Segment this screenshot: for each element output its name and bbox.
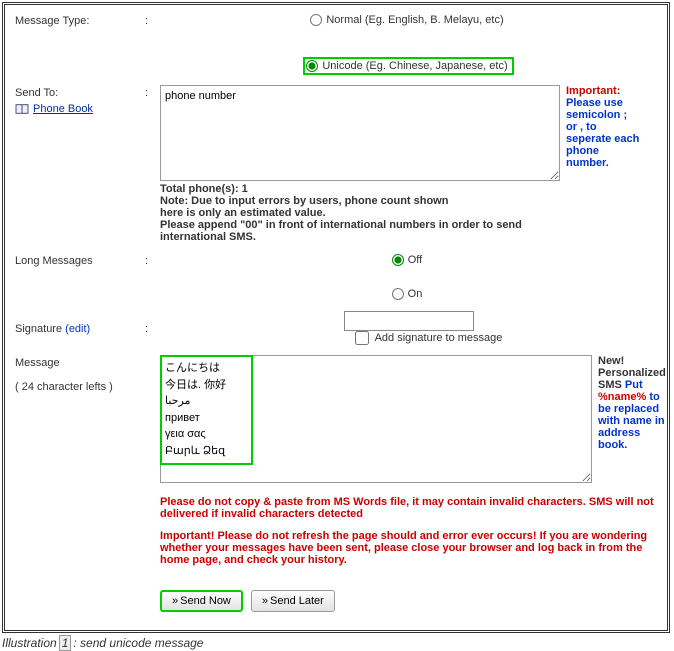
radio-off-wrap[interactable]: Off [391,253,426,267]
important-note: Important: Please use semicolon ; or , t… [560,85,640,181]
radio-normal[interactable] [310,14,322,26]
row-message-type: Message Type: : Normal (Eg. English, B. … [15,13,657,75]
send-later-label: Send Later [270,595,324,607]
radio-off[interactable] [392,254,404,266]
phone-book-link-wrap[interactable]: Phone Book [15,103,145,115]
illus-suffix: : send unicode message [73,636,203,650]
radio-normal-label: Normal (Eg. English, B. Melayu, etc) [326,14,503,26]
send-now-button[interactable]: » Send Now [160,590,243,612]
side-new: New! [598,355,624,367]
total-phones: Total phone(s): 1 [160,183,560,195]
button-row: » Send Now » Send Later [160,590,672,612]
radio-on-label: On [408,288,423,300]
signature-input[interactable] [344,311,474,331]
illustration-caption: Illustration1: send unicode message [2,635,674,651]
illus-num: 1 [59,635,72,651]
char-left: ( 24 character lefts ) [15,381,145,393]
intl-note: Please append "00" in front of internati… [160,219,560,243]
row-signature: Signature (edit) : Add signature to mess… [15,311,657,345]
count-note-2: here is only an estimated value. [160,207,560,219]
send-now-label: Send Now [180,595,231,607]
form-container: Message Type: : Normal (Eg. English, B. … [2,2,670,633]
illus-prefix: Illustration [2,636,57,650]
add-signature-label: Add signature to message [375,332,503,344]
warnings: Please do not copy & paste from MS Words… [160,496,672,576]
radio-unicode-label: Unicode (Eg. Chinese, Japanese, etc) [322,60,507,72]
row-send-to: Send To: Phone Book : Important: Please … [15,85,657,243]
warn-copy-paste: Please do not copy & paste from MS Words… [160,496,672,520]
add-signature-wrap[interactable]: Add signature to message [355,331,503,345]
label-message-type: Message Type: [15,13,145,27]
side-name: %name% [598,391,646,403]
row-long-messages: Long Messages : Off On [15,253,657,301]
phone-notes: Total phone(s): 1 Note: Due to input err… [160,183,560,243]
chevron-icon: » [172,595,178,607]
message-side-note: New! Personalized SMS Put %name% to be r… [592,355,672,486]
warn-refresh: Important! Please do not refresh the pag… [160,530,672,566]
count-note-1: Note: Due to input errors by users, phon… [160,195,560,207]
important-title: Important: [566,85,620,97]
label-long-messages: Long Messages [15,253,145,267]
radio-off-label: Off [408,254,422,266]
book-icon [15,103,29,115]
radio-on-wrap[interactable]: On [391,287,427,301]
phone-book-link-text: Phone Book [33,103,93,115]
radio-normal-wrap[interactable]: Normal (Eg. English, B. Melayu, etc) [309,13,507,27]
message-input[interactable] [160,355,592,483]
row-message: Message ( 24 character lefts ) New! Pers… [15,355,657,612]
chevron-icon: » [262,595,268,607]
radio-unicode[interactable] [306,60,318,72]
send-to-input[interactable] [160,85,560,181]
label-signature: Signature [15,323,62,335]
label-message: Message [15,357,145,369]
send-later-button[interactable]: » Send Later [251,590,335,612]
important-body: Please use semicolon ; or , to seperate … [566,97,639,169]
radio-unicode-wrap[interactable]: Unicode (Eg. Chinese, Japanese, etc) [303,57,513,75]
side-put: Put [625,379,643,391]
add-signature-checkbox[interactable] [355,331,369,345]
edit-link[interactable]: (edit) [65,323,90,335]
radio-on[interactable] [392,288,404,300]
label-send-to: Send To: [15,87,145,99]
